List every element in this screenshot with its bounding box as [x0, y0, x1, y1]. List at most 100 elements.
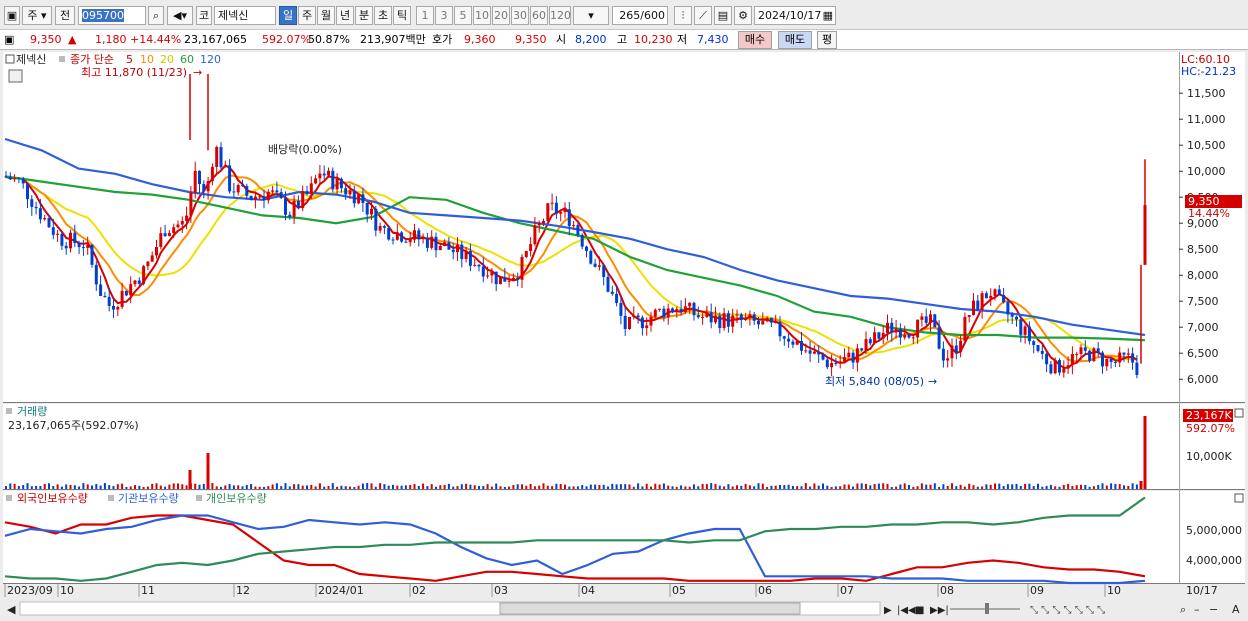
auto-scale-icon[interactable]: A	[1232, 603, 1240, 616]
count-field[interactable]: 265/600	[612, 6, 668, 25]
even-button[interactable]: 평	[817, 31, 837, 49]
low-annotation: 최저 5,840 (08/05)	[825, 375, 924, 388]
volume-bar	[404, 485, 407, 489]
volume-bar	[564, 484, 566, 489]
save-icon[interactable]: ▤	[714, 6, 732, 25]
interval-tab[interactable]: 1	[416, 6, 434, 25]
volume-bar	[146, 486, 149, 489]
period-tab[interactable]: 분	[355, 6, 373, 25]
candle-body	[1113, 361, 1117, 363]
volume-bar	[546, 485, 549, 489]
candle-body	[13, 178, 17, 180]
volume-bar	[495, 483, 498, 489]
volume-ratio: 592.07%	[262, 33, 311, 46]
candle-icon[interactable]: ⫶	[674, 6, 692, 25]
candle-body	[4, 176, 8, 178]
candle-body	[606, 276, 610, 292]
volume-bar	[783, 485, 786, 489]
candle-body	[602, 265, 606, 277]
period-tab[interactable]: 일	[279, 6, 297, 25]
interval-tab[interactable]: 3	[435, 6, 453, 25]
last-icon[interactable]: ▶▶|	[930, 605, 949, 616]
candle-body	[589, 250, 593, 264]
volume-bar	[121, 483, 124, 489]
line-chart-icon[interactable]: ⟋	[694, 6, 712, 25]
volume-spike	[1143, 416, 1147, 489]
candle-body	[473, 264, 477, 266]
chart-menu-icon[interactable]: ▣	[4, 33, 14, 47]
name-field[interactable]: 제넥신	[214, 6, 276, 25]
zoom-slider-handle[interactable]	[985, 603, 989, 614]
code-input[interactable]: 095700	[78, 6, 146, 25]
interval-tab[interactable]: 30	[511, 6, 529, 25]
zoom-in-icon[interactable]: ⌕	[1180, 603, 1186, 616]
volume-bar	[628, 484, 631, 489]
volume-bar	[340, 485, 343, 489]
sell-button[interactable]: 매도	[778, 31, 812, 49]
ask2-value: 9,350	[515, 33, 547, 46]
holding-close-icon[interactable]	[1234, 493, 1244, 503]
volume-bar	[69, 485, 72, 489]
period-tab[interactable]: 월	[317, 6, 335, 25]
candle-body	[701, 316, 705, 318]
x-tick-label: 06	[758, 584, 772, 597]
current-price: 9,350	[30, 33, 62, 46]
interval-tab[interactable]: 20	[492, 6, 510, 25]
scroll-right-icon[interactable]: ▶	[884, 605, 892, 616]
hc-label: HC:-21.23	[1181, 65, 1236, 78]
interval-tab[interactable]: 60	[530, 6, 548, 25]
reset-icon[interactable]: −	[1209, 603, 1218, 616]
scrollbar-thumb[interactable]	[499, 602, 801, 615]
code-value: 095700	[82, 9, 124, 22]
speaker-icon[interactable]: ◀▾	[167, 6, 193, 25]
candle-body	[744, 317, 748, 321]
period-tab[interactable]: 주	[298, 6, 316, 25]
candle-body	[1131, 353, 1135, 363]
candle-body	[490, 271, 494, 276]
candle-body	[997, 289, 1001, 295]
interval-tab[interactable]: 120	[549, 6, 571, 25]
volume-bar	[1110, 483, 1113, 489]
gear-icon[interactable]: ⚙	[734, 6, 752, 25]
period-tab[interactable]: 년	[336, 6, 354, 25]
volume-bar	[198, 484, 201, 489]
candle-body	[623, 315, 627, 330]
layout-icon[interactable]: ▣	[4, 6, 20, 25]
interval-tab[interactable]: 5	[454, 6, 472, 25]
candle-body	[8, 176, 12, 180]
volume-bar	[916, 486, 919, 489]
prev-button[interactable]: 전	[55, 6, 75, 25]
volume-bar	[177, 483, 179, 489]
change-value: 1,180	[95, 33, 127, 46]
candle-body	[898, 328, 902, 338]
interval-tab[interactable]: 10	[473, 6, 491, 25]
zoom-out-icon[interactable]: –	[1194, 603, 1200, 616]
volume-bar	[895, 486, 898, 489]
search-icon[interactable]: ⌕	[148, 6, 164, 25]
market-select[interactable]: 주 ▾	[22, 6, 52, 25]
period-tab[interactable]: 초	[374, 6, 392, 25]
interval-dropdown[interactable]: ▾	[573, 6, 609, 25]
candle-body	[266, 191, 270, 201]
scroll-left-icon[interactable]: ◀	[7, 603, 16, 616]
candle-body	[1019, 319, 1023, 335]
volume-bar	[1058, 486, 1061, 489]
volume-close-icon[interactable]	[1234, 408, 1244, 418]
volume-spike	[188, 470, 192, 489]
volume-bar	[581, 485, 584, 489]
candle-body	[976, 300, 980, 310]
first-icon[interactable]: |◀◀	[897, 605, 916, 616]
candle-body	[688, 302, 692, 307]
volume-bar	[727, 484, 730, 489]
period-tab[interactable]: 틱	[393, 6, 411, 25]
buy-button[interactable]: 매수	[738, 31, 772, 49]
date-field[interactable]: 2024/10/17 ▦	[754, 6, 836, 25]
candle-body	[748, 314, 752, 318]
calculator-icon[interactable]	[8, 69, 23, 83]
stock-chart[interactable]: 11,50011,00010,50010,0009,5009,0008,5008…	[0, 51, 1248, 621]
volume-bar	[877, 483, 880, 489]
calendar-icon[interactable]: ▦	[823, 7, 833, 24]
stop-icon[interactable]: ■	[915, 605, 924, 616]
candle-body	[683, 306, 687, 312]
tool-icons[interactable]: ⤡ ⤡ ⤡ ⤡ ⤡ ⤡ ⤡	[1030, 605, 1105, 616]
